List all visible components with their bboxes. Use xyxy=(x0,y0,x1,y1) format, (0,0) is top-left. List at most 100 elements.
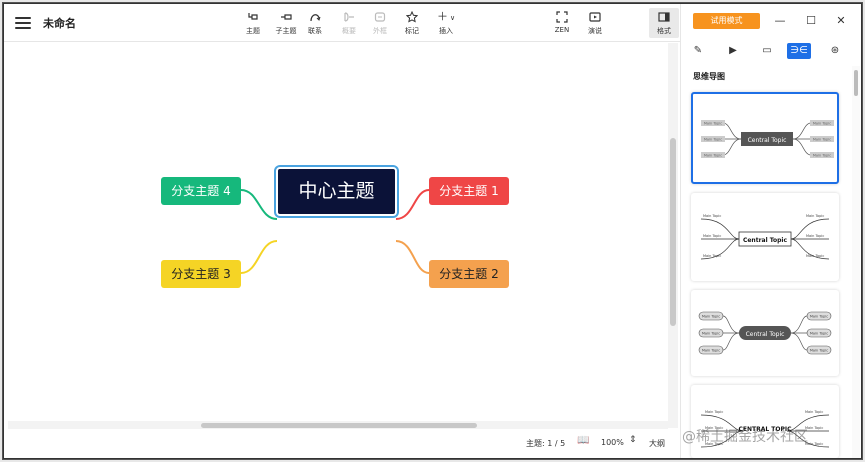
canvas-vertical-scrollbar[interactable] xyxy=(668,43,678,428)
template-sub-text-1c: Main Topic xyxy=(704,154,722,158)
star-icon xyxy=(394,10,430,24)
template-card-2[interactable]: Central Topic Main Topic Main Topic Main… xyxy=(691,193,839,281)
toolbar-present-button[interactable]: 演说 xyxy=(577,10,613,36)
panel-section-title: 思维导图 xyxy=(693,72,725,81)
trial-mode-button[interactable]: 试用模式 xyxy=(693,13,760,29)
template-sub-text-1f: Main Topic xyxy=(813,154,831,158)
toolbar-present-label: 演说 xyxy=(588,27,602,35)
horizontal-scroll-thumb[interactable] xyxy=(201,423,477,428)
relationship-icon xyxy=(297,10,333,24)
template-preview-2: Central Topic Main Topic Main Topic Main… xyxy=(700,214,830,260)
toolbar-marker-button[interactable]: 标记 xyxy=(394,10,430,36)
panel-scrollbar[interactable] xyxy=(852,66,860,458)
maximize-icon[interactable]: ☐ xyxy=(804,14,818,27)
template-card-1[interactable]: Central Topic Main Topic Main Topic Main… xyxy=(691,92,839,184)
branch-topic-1[interactable]: 分支主题 1 xyxy=(429,177,509,205)
branch-connectors xyxy=(240,189,430,274)
template-preview-3: Central Topic Main Topic Main Topic Main… xyxy=(698,311,832,355)
connector-branch-3 xyxy=(240,240,278,274)
chevron-down-icon: ∨ xyxy=(449,14,456,22)
canvas-horizontal-scrollbar[interactable] xyxy=(8,421,668,429)
toolbar-marker-label: 标记 xyxy=(405,27,419,35)
connector-branch-4 xyxy=(240,189,278,220)
plus-icon: ＋ ∨ xyxy=(436,10,456,23)
toolbar-relationship-label: 联系 xyxy=(308,27,322,35)
toolbar-boundary-button[interactable]: 外框 xyxy=(362,10,398,36)
app-window: 未命名 主题 子主题 联系 概要 外框 标记 ＋ ∨ 插入 ZEN 演说 格式 … xyxy=(3,3,862,459)
topic-icon xyxy=(235,10,271,24)
panel-scroll-thumb[interactable] xyxy=(854,70,858,96)
template-sub-text-2e: Main Topic xyxy=(806,234,824,238)
template-sub-text-2c: Main Topic xyxy=(703,254,721,258)
branch-topic-4[interactable]: 分支主题 4 xyxy=(161,177,241,205)
note-icon: ▭ xyxy=(762,45,772,56)
toolbar-insert-label: 插入 xyxy=(439,27,453,35)
template-sub-text-4d: Main Topic xyxy=(805,410,823,414)
toolbar-relationship-button[interactable]: 联系 xyxy=(297,10,333,36)
template-sub-text-3b: Main Topic xyxy=(702,332,720,336)
template-sub-text-3d: Main Topic xyxy=(810,315,828,319)
structure-icon: ∋∈ xyxy=(790,45,808,56)
brush-icon: ✎ xyxy=(693,45,703,56)
zen-icon xyxy=(544,10,580,24)
tab-style[interactable]: ✎ xyxy=(686,43,710,59)
vertical-scroll-thumb[interactable] xyxy=(670,138,676,326)
template-central-text-3: Central Topic xyxy=(746,331,785,338)
template-sub-text-3c: Main Topic xyxy=(702,349,720,353)
topic-count: 主题: 1 / 5 xyxy=(526,439,566,448)
book-icon[interactable]: 📖 xyxy=(577,435,589,446)
top-toolbar: 未命名 主题 子主题 联系 概要 外框 标记 ＋ ∨ 插入 ZEN 演说 格式 xyxy=(4,4,680,42)
panel-tabs: ✎ ▶ ▭ ∋∈ ⊛ xyxy=(681,40,861,62)
tab-present[interactable]: ▶ xyxy=(721,43,745,59)
format-panel: 试用模式 — ☐ ✕ ✎ ▶ ▭ ∋∈ ⊛ 思维导图 Central Topic xyxy=(680,4,861,458)
slide-icon: ▶ xyxy=(729,45,737,56)
template-card-4[interactable]: CENTRAL TOPIC Main Topic Main Topic Main… xyxy=(691,385,839,458)
branch-topic-3[interactable]: 分支主题 3 xyxy=(161,260,241,288)
template-sub-text-1d: Main Topic xyxy=(813,122,831,126)
minimize-icon[interactable]: — xyxy=(773,14,787,27)
document-title[interactable]: 未命名 xyxy=(43,15,76,31)
connector-branch-1 xyxy=(395,189,430,220)
format-panel-icon xyxy=(649,10,679,24)
tab-notes[interactable]: ▭ xyxy=(755,43,779,59)
watermark-text: @稀土掘金技术社区 xyxy=(682,429,808,445)
zoom-stepper-icon[interactable]: ⇕ xyxy=(629,435,637,445)
tab-theme[interactable]: ⊛ xyxy=(823,43,847,59)
template-sub-text-3e: Main Topic xyxy=(810,332,828,336)
template-preview-1: Central Topic Main Topic Main Topic Main… xyxy=(701,120,834,158)
template-sub-text-3f: Main Topic xyxy=(810,349,828,353)
toolbar-topic-button[interactable]: 主题 xyxy=(235,10,271,36)
template-preview-4: CENTRAL TOPIC Main Topic Main Topic Main… xyxy=(700,410,830,448)
toolbar-boundary-label: 外框 xyxy=(373,27,387,35)
central-topic-node[interactable]: 中心主题 xyxy=(276,167,397,216)
template-central-text-2: Central Topic xyxy=(743,237,788,244)
boundary-icon xyxy=(362,10,398,24)
outline-button[interactable]: 大纲 xyxy=(649,438,665,449)
template-sub-text-4a: Main Topic xyxy=(705,410,723,414)
toolbar-zen-label: ZEN xyxy=(554,26,570,34)
theme-icon: ⊛ xyxy=(830,45,840,56)
template-sub-text-1b: Main Topic xyxy=(704,138,722,142)
toolbar-zen-button[interactable]: ZEN xyxy=(544,10,580,34)
status-bar: 主题: 1 / 5 📖 100% ⇕ 大纲 xyxy=(4,429,680,458)
close-icon[interactable]: ✕ xyxy=(834,14,848,27)
tab-structure[interactable]: ∋∈ xyxy=(787,43,811,59)
template-central-text-1: Central Topic xyxy=(748,137,787,144)
hamburger-menu-icon[interactable] xyxy=(15,14,31,30)
toolbar-format-label: 格式 xyxy=(657,27,671,35)
mindmap-canvas[interactable]: 中心主题 分支主题 1 分支主题 2 分支主题 3 分支主题 4 xyxy=(4,43,668,423)
template-sub-text-2b: Main Topic xyxy=(703,234,721,238)
template-sub-text-2d: Main Topic xyxy=(806,214,824,218)
template-sub-text-2f: Main Topic xyxy=(806,254,824,258)
zoom-level[interactable]: 100% xyxy=(601,438,624,447)
template-card-3[interactable]: Central Topic Main Topic Main Topic Main… xyxy=(691,290,839,376)
template-sub-text-2a: Main Topic xyxy=(703,214,721,218)
toolbar-insert-button[interactable]: ＋ ∨ 插入 xyxy=(428,10,464,36)
toolbar-topic-label: 主题 xyxy=(246,27,260,35)
template-sub-text-1a: Main Topic xyxy=(704,122,722,126)
branch-topic-2[interactable]: 分支主题 2 xyxy=(429,260,509,288)
template-sub-text-1e: Main Topic xyxy=(813,138,831,142)
connector-branch-2 xyxy=(395,240,430,274)
toolbar-format-button[interactable]: 格式 xyxy=(649,8,679,38)
present-icon xyxy=(577,10,613,24)
